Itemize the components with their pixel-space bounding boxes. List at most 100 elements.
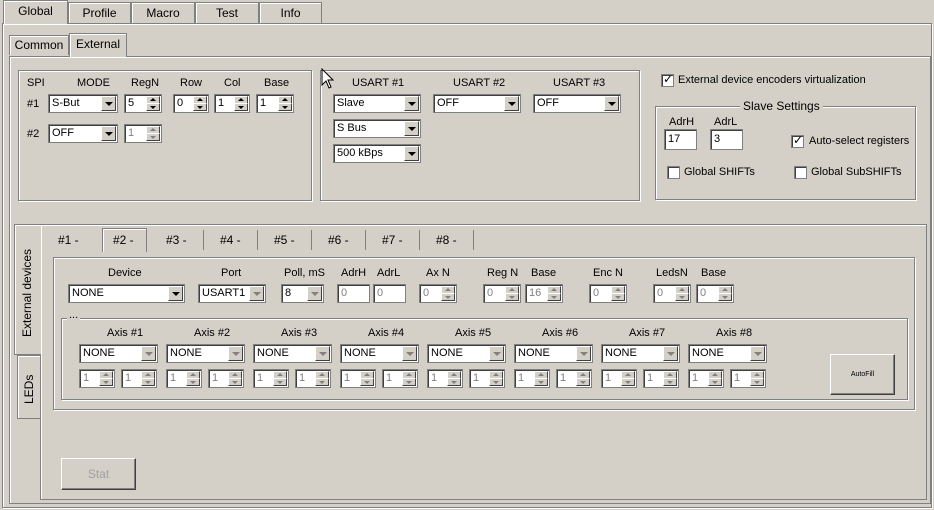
spi1-row-stepper[interactable]: 0: [173, 94, 209, 113]
device-select[interactable]: NONE: [68, 284, 185, 303]
axis-select[interactable]: NONE: [601, 344, 680, 363]
chevron-down-icon[interactable]: [101, 96, 116, 111]
tab-common[interactable]: Common: [9, 35, 69, 55]
side-tab-leds[interactable]: LEDs: [17, 355, 41, 419]
chevron-down-icon[interactable]: [663, 346, 678, 361]
chevron-down-icon[interactable]: [576, 346, 591, 361]
usart3-mode-select[interactable]: OFF: [533, 94, 621, 113]
device-adrh-input[interactable]: 0: [337, 284, 370, 303]
device-tab-3[interactable]: #3 -: [166, 230, 187, 250]
axis-stepper-a[interactable]: 1: [253, 369, 289, 388]
base-stepper[interactable]: 16: [525, 284, 563, 303]
axis-stepper-b[interactable]: 1: [730, 369, 766, 388]
device-tab-5[interactable]: #5 -: [274, 230, 295, 250]
chevron-down-icon[interactable]: [249, 286, 264, 301]
chevron-down-icon[interactable]: [750, 346, 765, 361]
axis-select[interactable]: NONE: [79, 344, 158, 363]
auto-select-checkbox[interactable]: [791, 133, 804, 148]
tab-info[interactable]: Info: [259, 2, 322, 24]
side-tab-external-devices[interactable]: External devices: [14, 224, 41, 355]
chevron-down-icon[interactable]: [404, 146, 419, 161]
axis-select[interactable]: NONE: [427, 344, 506, 363]
spi1-base-stepper[interactable]: 1: [256, 94, 294, 113]
axis-stepper-b[interactable]: 1: [295, 369, 331, 388]
axis-stepper-b[interactable]: 1: [469, 369, 505, 388]
tab-global[interactable]: Global: [3, 0, 68, 24]
poll-select[interactable]: 8: [281, 284, 324, 303]
device-tab-2[interactable]: #2 -: [113, 230, 134, 250]
axis-stepper-a[interactable]: 1: [601, 369, 637, 388]
chevron-down-icon[interactable]: [489, 346, 504, 361]
spi-col-row: Row: [180, 77, 203, 89]
spi2-regn-stepper[interactable]: 1: [124, 124, 162, 143]
usart1-bus-select[interactable]: S Bus: [333, 119, 421, 138]
adrl-input[interactable]: 3: [710, 129, 743, 150]
axis-select[interactable]: NONE: [688, 344, 767, 363]
axis-select[interactable]: NONE: [166, 344, 245, 363]
spi1-mode-select[interactable]: S-But: [48, 94, 118, 113]
chevron-down-icon[interactable]: [504, 96, 519, 111]
ledsn-stepper[interactable]: 0: [653, 284, 691, 303]
axis-stepper-a[interactable]: 1: [688, 369, 724, 388]
device-tab-4[interactable]: #4 -: [220, 230, 241, 250]
axis-stepper-b[interactable]: 1: [121, 369, 157, 388]
encn-stepper[interactable]: 0: [589, 284, 627, 303]
axis-stepper-b[interactable]: 1: [556, 369, 592, 388]
chevron-down-icon[interactable]: [315, 346, 330, 361]
chevron-down-icon[interactable]: [141, 346, 156, 361]
spi1-col-stepper[interactable]: 1: [214, 94, 250, 113]
chevron-down-icon[interactable]: [228, 346, 243, 361]
slave-settings-group: [655, 106, 916, 200]
spi-row2-label: #2: [27, 128, 40, 140]
axis-stepper-a[interactable]: 1: [166, 369, 202, 388]
device-tab-6[interactable]: #6 -: [328, 230, 349, 250]
regn-stepper[interactable]: 0: [483, 284, 521, 303]
usart2-mode-select[interactable]: OFF: [433, 94, 521, 113]
axis-stepper-b[interactable]: 1: [208, 369, 244, 388]
tab-external[interactable]: External: [69, 33, 127, 57]
port-select[interactable]: USART1: [198, 284, 266, 303]
spi2-mode-select[interactable]: OFF: [48, 124, 118, 143]
chevron-down-icon[interactable]: [402, 346, 417, 361]
spi-col-col: Col: [224, 77, 241, 89]
axn-stepper[interactable]: 0: [419, 284, 457, 303]
tab-macro[interactable]: Macro: [131, 2, 195, 24]
axis-stepper-a[interactable]: 1: [340, 369, 376, 388]
axis-stepper-b[interactable]: 1: [382, 369, 418, 388]
chevron-down-icon[interactable]: [404, 121, 419, 136]
axis-stepper-b[interactable]: 1: [643, 369, 679, 388]
chevron-down-icon[interactable]: [404, 96, 419, 111]
tab-test[interactable]: Test: [195, 2, 259, 24]
tab-profile[interactable]: Profile: [68, 2, 131, 24]
usart1-speed-select[interactable]: 500 kBps: [333, 144, 421, 163]
chevron-down-icon[interactable]: [168, 286, 183, 301]
chevron-down-icon[interactable]: [307, 286, 322, 301]
virtualization-label: External device encoders virtualization: [678, 74, 866, 86]
chevron-down-icon[interactable]: [604, 96, 619, 111]
tab-divider: [473, 230, 474, 250]
spi1-regn-stepper[interactable]: 5: [124, 94, 162, 113]
axis-label: Axis #4: [368, 327, 405, 339]
axis-stepper-a[interactable]: 1: [79, 369, 115, 388]
base2-label: Base: [701, 267, 727, 279]
virtualization-checkbox[interactable]: [661, 72, 674, 87]
device-adrl-input[interactable]: 0: [373, 284, 406, 303]
axis-select[interactable]: NONE: [340, 344, 419, 363]
autofill-button[interactable]: AutoFill: [830, 354, 895, 395]
adrh-input[interactable]: 17: [664, 129, 697, 150]
global-shifts-checkbox[interactable]: [667, 166, 680, 179]
global-subshifts-checkbox[interactable]: [794, 166, 807, 179]
tab-divider: [203, 230, 204, 250]
usart1-mode-select[interactable]: Slave: [333, 94, 421, 113]
device-tab-1[interactable]: #1 -: [58, 230, 79, 250]
device-tab-7[interactable]: #7 -: [382, 230, 403, 250]
adrh-label: AdrH: [669, 116, 695, 128]
axis-stepper-a[interactable]: 1: [427, 369, 463, 388]
base2-stepper[interactable]: 0: [696, 284, 734, 303]
axis-select[interactable]: NONE: [514, 344, 593, 363]
device-tab-8[interactable]: #8 -: [436, 230, 457, 250]
chevron-down-icon[interactable]: [101, 126, 116, 141]
axis-stepper-a[interactable]: 1: [514, 369, 550, 388]
stat-button[interactable]: Stat: [61, 458, 136, 490]
axis-select[interactable]: NONE: [253, 344, 332, 363]
